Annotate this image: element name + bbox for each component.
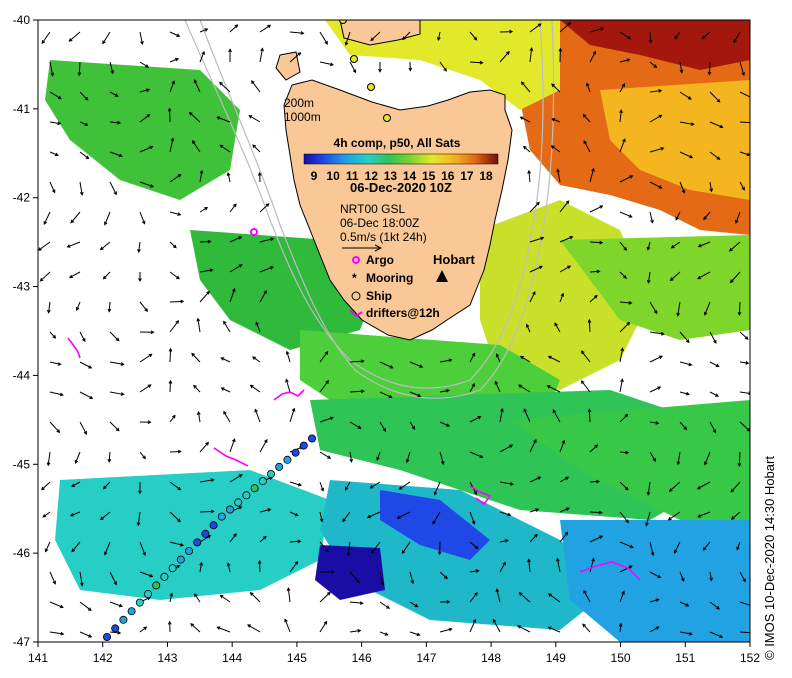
- x-tick-label: 143: [157, 651, 177, 665]
- y-tick-label: -44: [13, 368, 31, 382]
- x-tick-label: 152: [740, 651, 760, 665]
- scale-tick-label: 18: [479, 169, 493, 183]
- ship-position-marker: [168, 564, 177, 573]
- current-scale: 0.5m/s (1kt 24h): [340, 230, 427, 244]
- ship-position-marker: [127, 607, 136, 616]
- ship-position-marker: [275, 462, 284, 471]
- ship-position-marker: [250, 484, 259, 493]
- x-tick-label: 144: [222, 651, 242, 665]
- ship-marker: [383, 114, 391, 122]
- ship-position-marker: [135, 598, 144, 607]
- ship-position-marker: [111, 624, 120, 633]
- x-axis: 141 142 143 144 145 146 147 148 149 150 151 152: [28, 642, 760, 665]
- legend-label-drifters: drifters@12h: [366, 306, 440, 320]
- x-tick-label: 150: [611, 651, 631, 665]
- ship-position-marker: [225, 505, 234, 514]
- x-tick-label: 151: [675, 651, 695, 665]
- scale-tick-label: 10: [326, 169, 340, 183]
- x-tick-label: 141: [28, 651, 48, 665]
- ship-position-marker: [160, 572, 169, 581]
- y-tick-label: -46: [13, 546, 31, 560]
- isobath-200-label: 200m: [284, 96, 314, 110]
- mooring-star-icon: *: [352, 271, 357, 285]
- credit-label: © IMOS 10-Dec-2020 14:30 Hobart: [762, 456, 777, 660]
- ship-position-marker: [209, 521, 218, 530]
- y-tick-label: -41: [13, 102, 31, 116]
- ship-marker: [350, 55, 358, 63]
- ship-position-marker: [119, 615, 128, 624]
- legend-label-ship: Ship: [366, 289, 392, 303]
- ship-position-marker: [152, 581, 161, 590]
- legend-date: 06-Dec-2020 10Z: [350, 180, 452, 195]
- ship-position-marker: [234, 498, 243, 507]
- ship-position-marker: [291, 448, 300, 457]
- scale-tick-label: 9: [311, 169, 318, 183]
- ship-marker: [367, 83, 375, 91]
- y-axis: -40 -41 -42 -43 -44 -45 -46 -47: [13, 13, 38, 649]
- ship-position-marker: [283, 455, 292, 464]
- ship-position-marker: [242, 491, 251, 500]
- ship-position-marker: [193, 538, 202, 547]
- y-tick-label: -45: [13, 457, 31, 471]
- ship-position-marker: [143, 590, 152, 599]
- x-tick-label: 149: [546, 651, 566, 665]
- ship-position-marker: [217, 512, 226, 521]
- scale-tick-label: 17: [460, 169, 474, 183]
- y-tick-label: -43: [13, 280, 31, 294]
- color-scale-bar: [303, 153, 499, 165]
- y-tick-label: -40: [13, 13, 31, 27]
- hobart-label: Hobart: [433, 252, 476, 267]
- current-source: NRT00 GSL: [340, 202, 405, 216]
- ship-position-marker: [266, 469, 275, 478]
- ship-position-marker: [307, 434, 316, 443]
- ship-position-marker: [258, 477, 267, 486]
- ship-position-marker: [184, 547, 193, 556]
- legend-label-mooring: Mooring: [366, 271, 413, 285]
- x-tick-label: 148: [481, 651, 501, 665]
- y-tick-label: -47: [13, 635, 31, 649]
- legend-title: 4h comp, p50, All Sats: [334, 136, 461, 150]
- ship-position-marker: [201, 529, 210, 538]
- isobath-1000-label: 1000m: [284, 110, 321, 124]
- x-tick-label: 146: [352, 651, 372, 665]
- ship-position-marker: [176, 555, 185, 564]
- x-tick-label: 145: [287, 651, 307, 665]
- current-time: 06-Dec 18:00Z: [340, 216, 419, 230]
- ship-position-marker: [103, 633, 112, 642]
- sst-map[interactable]: Hobart 141 142 143 144 145 146 147 148 149 150 151…: [0, 0, 792, 678]
- legend-label-argo: Argo: [366, 253, 394, 267]
- x-tick-label: 142: [93, 651, 113, 665]
- ship-position-marker: [299, 441, 308, 450]
- x-tick-label: 147: [416, 651, 436, 665]
- y-tick-label: -42: [13, 191, 31, 205]
